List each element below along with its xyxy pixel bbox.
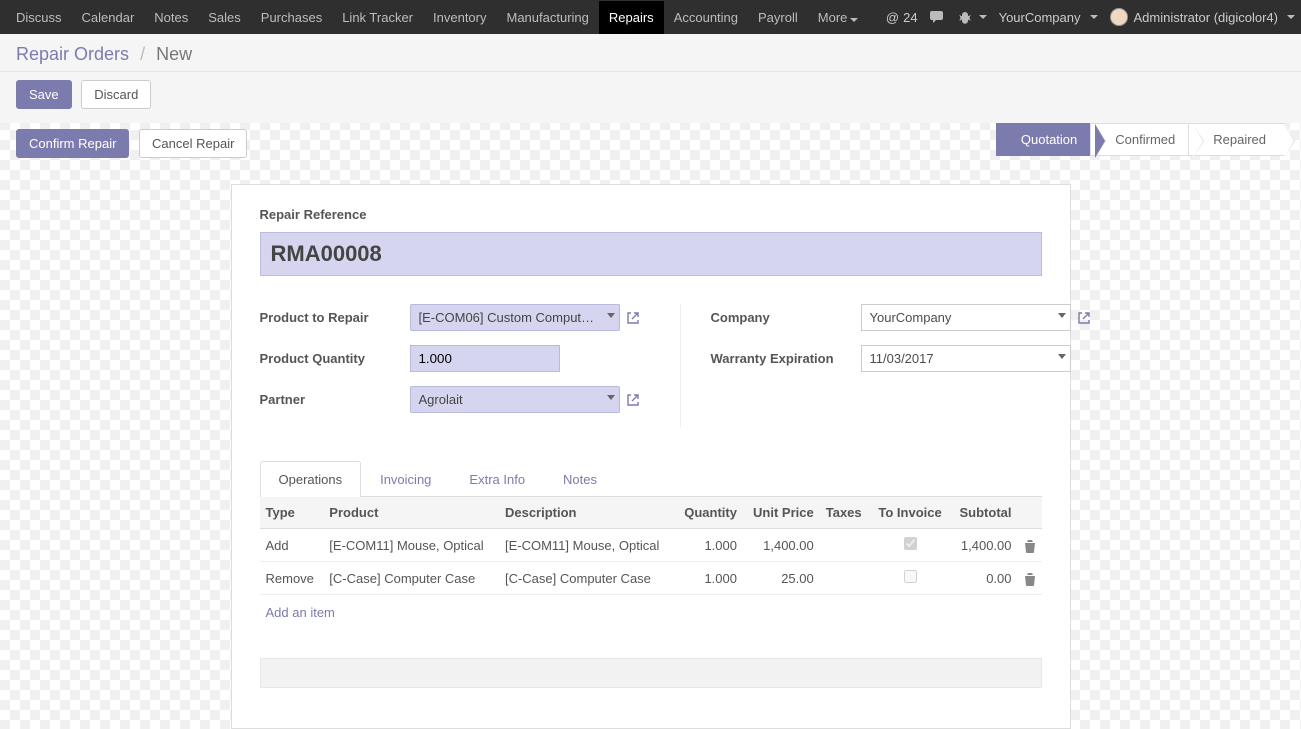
table-row[interactable]: Add[E-COM11] Mouse, Optical[E-COM11] Mou… <box>260 529 1042 562</box>
user-menu[interactable]: Administrator (digicolor4) <box>1110 8 1296 26</box>
menu-calendar[interactable]: Calendar <box>72 1 145 34</box>
top-menubar: DiscussCalendarNotesSalesPurchasesLink T… <box>0 0 1301 34</box>
menu-notes[interactable]: Notes <box>144 1 198 34</box>
add-item-link[interactable]: Add an item <box>260 595 1042 630</box>
to-invoice-checkbox[interactable] <box>904 537 917 550</box>
warranty-label: Warranty Expiration <box>711 351 861 366</box>
debug-icon[interactable] <box>958 10 987 24</box>
menu-link-tracker[interactable]: Link Tracker <box>332 1 423 34</box>
col-qty: Quantity <box>675 497 743 529</box>
menu-discuss[interactable]: Discuss <box>6 1 72 34</box>
col-product: Product <box>323 497 499 529</box>
external-link-icon[interactable] <box>1077 309 1091 326</box>
chat-icon[interactable] <box>930 10 946 24</box>
external-link-icon[interactable] <box>626 391 640 408</box>
confirm-repair-button[interactable]: Confirm Repair <box>16 129 129 158</box>
col-invoice: To Invoice <box>870 497 950 529</box>
repair-reference-input[interactable] <box>260 232 1042 276</box>
col-type: Type <box>260 497 324 529</box>
table-row[interactable]: Remove[C-Case] Computer Case[C-Case] Com… <box>260 562 1042 595</box>
company-label: Company <box>711 310 861 325</box>
menu-sales[interactable]: Sales <box>198 1 251 34</box>
tab-operations[interactable]: Operations <box>260 461 362 497</box>
partner-label: Partner <box>260 392 410 407</box>
to-invoice-checkbox[interactable] <box>904 570 917 583</box>
breadcrumb-current: New <box>156 44 192 64</box>
warranty-date-input[interactable]: 11/03/2017 <box>861 345 1071 372</box>
messages-count: 24 <box>903 10 917 25</box>
breadcrumb: Repair Orders / New <box>0 34 1301 72</box>
breadcrumb-root[interactable]: Repair Orders <box>16 44 129 64</box>
menu-accounting[interactable]: Accounting <box>664 1 748 34</box>
ref-label: Repair Reference <box>260 207 1042 222</box>
product-to-repair-select[interactable]: [E-COM06] Custom Computer (kit) <box>410 304 620 331</box>
col-taxes: Taxes <box>820 497 871 529</box>
menu-manufacturing[interactable]: Manufacturing <box>497 1 599 34</box>
tab-invoicing[interactable]: Invoicing <box>361 461 450 497</box>
status-quotation[interactable]: Quotation <box>996 123 1096 156</box>
company-switcher[interactable]: YourCompany <box>999 10 1098 25</box>
col-subtotal: Subtotal <box>950 497 1018 529</box>
partner-select[interactable]: Agrolait <box>410 386 620 413</box>
messages-indicator[interactable]: @ 24 <box>886 10 918 25</box>
avatar <box>1110 8 1128 26</box>
qty-label: Product Quantity <box>260 351 410 366</box>
product-quantity-input[interactable] <box>410 345 560 372</box>
delete-row-icon[interactable] <box>1018 562 1042 595</box>
col-desc: Description <box>499 497 675 529</box>
tab-notes[interactable]: Notes <box>544 461 616 497</box>
operations-table: Type Product Description Quantity Unit P… <box>260 497 1042 595</box>
menu-more[interactable]: More <box>808 1 869 34</box>
company-select[interactable]: YourCompany <box>861 304 1071 331</box>
external-link-icon[interactable] <box>626 309 640 326</box>
discard-button[interactable]: Discard <box>81 80 151 109</box>
form-sheet: Repair Reference Product to Repair [E-CO… <box>231 184 1071 729</box>
tab-extra-info[interactable]: Extra Info <box>450 461 544 497</box>
cancel-repair-button[interactable]: Cancel Repair <box>139 129 247 158</box>
menu-repairs[interactable]: Repairs <box>599 1 664 34</box>
product-label: Product to Repair <box>260 310 410 325</box>
delete-row-icon[interactable] <box>1018 529 1042 562</box>
form-footer <box>260 658 1042 688</box>
menu-inventory[interactable]: Inventory <box>423 1 496 34</box>
menu-payroll[interactable]: Payroll <box>748 1 808 34</box>
col-unit: Unit Price <box>743 497 820 529</box>
menu-purchases[interactable]: Purchases <box>251 1 332 34</box>
save-button[interactable]: Save <box>16 80 72 109</box>
